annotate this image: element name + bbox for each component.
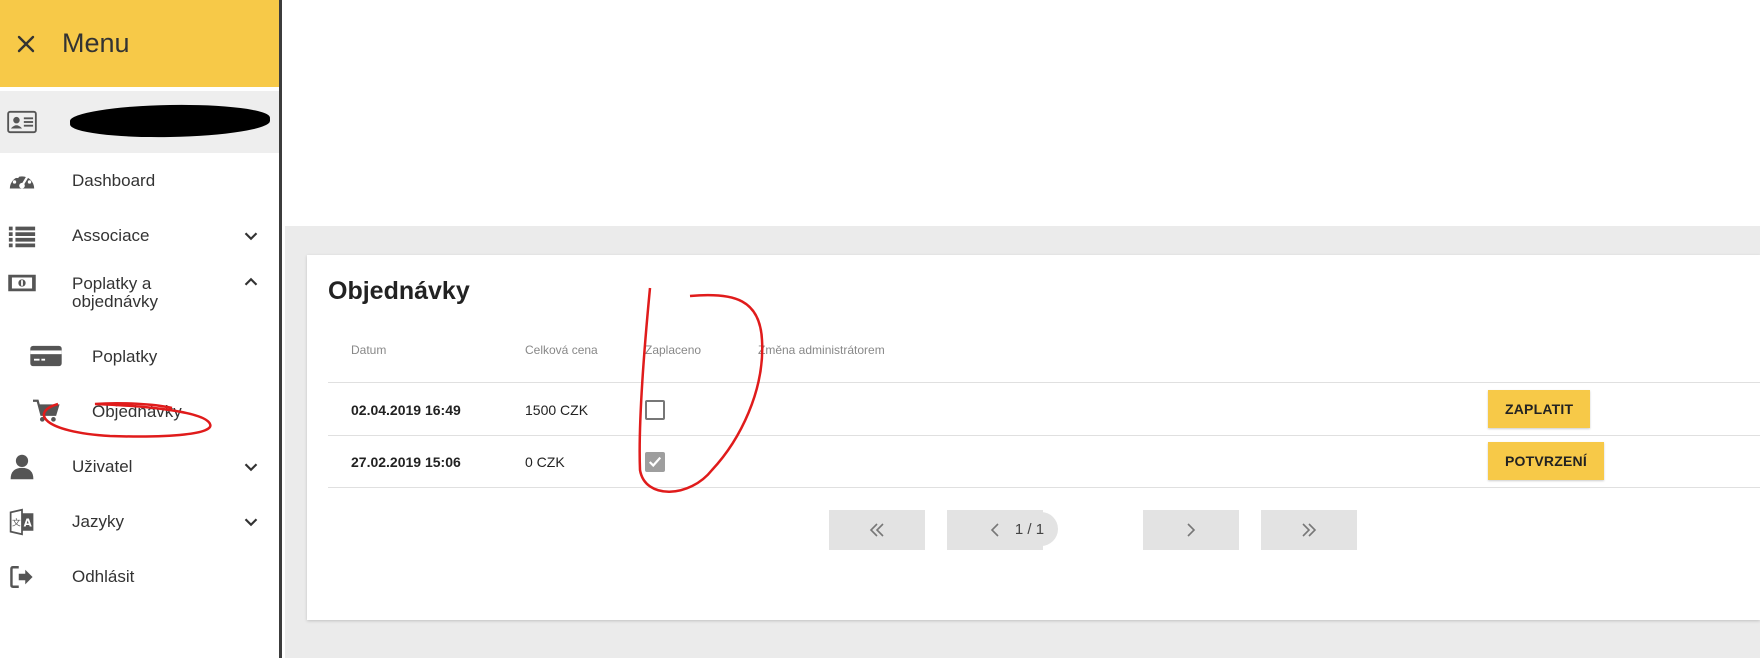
table-divider xyxy=(328,487,1760,488)
sidebar-item-jazyky[interactable]: A文 Jazyky xyxy=(0,494,279,549)
next-page-button[interactable] xyxy=(1143,510,1239,550)
column-header-zaplaceno: Zaplaceno xyxy=(645,343,702,357)
sidebar-subitem-label: Objednávky xyxy=(92,402,182,421)
user-icon xyxy=(6,451,38,483)
checkmark-icon xyxy=(648,456,662,468)
cart-icon xyxy=(26,396,66,426)
logout-icon xyxy=(6,561,38,593)
first-page-button[interactable] xyxy=(829,510,925,550)
close-icon[interactable] xyxy=(14,32,38,56)
column-header-datum: Datum xyxy=(351,343,387,357)
sidebar-item-label: Poplatky a objednávky xyxy=(72,274,159,311)
sidebar-item-dashboard[interactable]: Dashboard xyxy=(0,153,279,208)
order-price: 0 CZK xyxy=(525,454,565,470)
redacted-user-name xyxy=(69,103,271,139)
sidebar-item-label: Uživatel xyxy=(72,456,133,476)
orders-card: Objednávky Datum Celková cena Zaplaceno … xyxy=(307,255,1760,620)
page-indicator: 1 / 1 xyxy=(1001,512,1058,546)
order-date: 27.02.2019 15:06 xyxy=(351,454,461,470)
menu-title: Menu xyxy=(62,28,130,58)
sidebar-subitem-poplatky[interactable]: Poplatky xyxy=(0,329,279,384)
credit-card-icon xyxy=(26,341,66,371)
top-blank-area xyxy=(285,0,1760,226)
order-price: 1500 CZK xyxy=(525,402,589,418)
chevron-down-icon[interactable] xyxy=(240,225,262,247)
chevron-right-icon xyxy=(1187,523,1196,537)
confirmation-button[interactable]: POTVRZENÍ xyxy=(1488,442,1604,480)
double-chevron-left-icon xyxy=(869,523,884,537)
sidebar-subitem-objednavky[interactable]: Objednávky xyxy=(0,384,279,439)
table-divider xyxy=(328,435,1760,436)
language-icon: A文 xyxy=(6,506,38,538)
table-divider xyxy=(328,382,1760,383)
svg-text:文: 文 xyxy=(12,516,21,528)
sidebar-item-label: Jazyky xyxy=(72,511,124,531)
sidebar-item-label: Dashboard xyxy=(72,170,156,190)
last-page-button[interactable] xyxy=(1261,510,1357,550)
chevron-up-icon[interactable] xyxy=(240,271,262,293)
sidebar-item-odhlasit[interactable]: Odhlásit xyxy=(0,549,279,604)
pay-button[interactable]: ZAPLATIT xyxy=(1488,390,1591,428)
sidebar-subitem-label: Poplatky xyxy=(92,347,158,366)
dashboard-gauge-icon xyxy=(6,165,38,197)
sidebar-item-label: Associace xyxy=(72,225,150,245)
column-header-celkova-cena: Celková cena xyxy=(525,343,598,357)
sidebar-item-poplatky-objednavky[interactable]: Poplatky a objednávky xyxy=(0,263,279,325)
svg-text:A: A xyxy=(24,517,33,529)
paid-checkbox[interactable] xyxy=(645,452,665,472)
double-chevron-right-icon xyxy=(1302,523,1317,537)
sidebar-item-label: Odhlásit xyxy=(72,566,135,586)
sidebar-menu: Menu Dashboard Associace Poplatky a obje… xyxy=(0,0,282,658)
sidebar-item-associace[interactable]: Associace xyxy=(0,208,279,263)
chevron-down-icon[interactable] xyxy=(240,511,262,533)
chevron-down-icon[interactable] xyxy=(240,456,262,478)
column-header-zmena-administratorem: Změna administrátorem xyxy=(758,343,885,357)
sidebar-header: Menu xyxy=(0,0,279,87)
main-content: Objednávky Datum Celková cena Zaplaceno … xyxy=(285,0,1760,658)
page-title: Objednávky xyxy=(328,277,470,305)
id-card-icon xyxy=(6,106,38,138)
sidebar-user-profile[interactable] xyxy=(0,91,279,153)
money-icon xyxy=(6,267,38,299)
order-date: 02.04.2019 16:49 xyxy=(351,402,461,418)
list-icon xyxy=(6,220,38,252)
paid-checkbox[interactable] xyxy=(645,400,665,420)
sidebar-item-uzivatel[interactable]: Uživatel xyxy=(0,439,279,494)
